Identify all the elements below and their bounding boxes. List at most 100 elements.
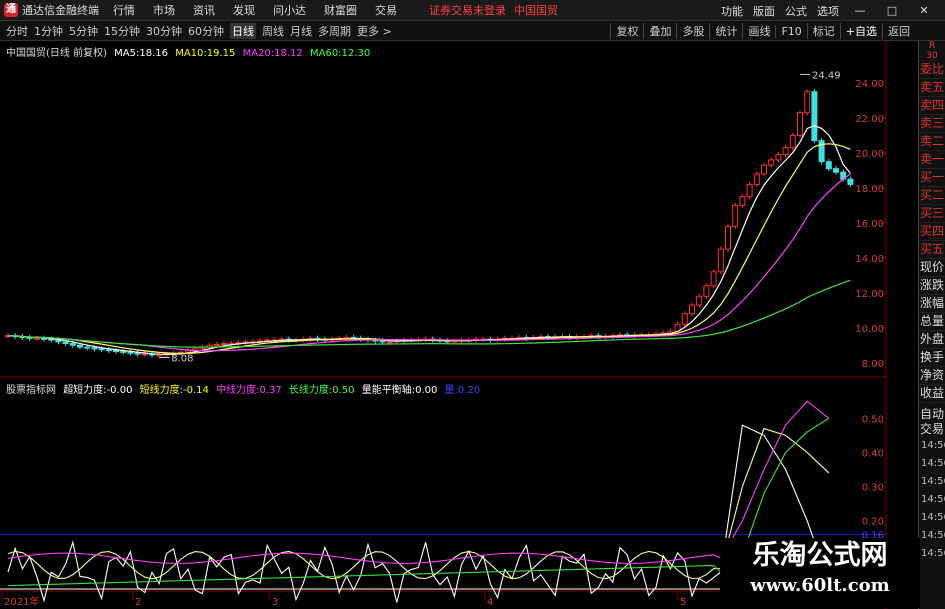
price-tick-label: 12.00: [855, 289, 884, 300]
menu-item-formula[interactable]: 公式: [785, 3, 807, 19]
candle-body: [789, 134, 796, 149]
candle-body: [113, 350, 119, 353]
tool-f10[interactable]: F10: [775, 24, 806, 38]
tick-time-2: 14:56: [921, 476, 945, 487]
time-tick-label: 3: [272, 597, 278, 608]
menu-item-ask[interactable]: 问小达: [273, 2, 306, 18]
candle-body: [696, 295, 703, 306]
candle-body: [141, 353, 148, 356]
candle-body: [703, 285, 710, 297]
menu-item-options[interactable]: 选项: [817, 3, 839, 19]
price-tick-label: 16.00: [855, 219, 884, 230]
period-30min[interactable]: 30分钟: [146, 23, 182, 39]
menu-item-trade[interactable]: 交易: [375, 2, 397, 18]
kline-chart[interactable]: 24.49 8.08 24.00 22.00 20.00 18.00 16.00 14.00…: [0, 41, 918, 609]
candle-body: [91, 347, 98, 350]
candle-body: [825, 161, 832, 170]
period-daily[interactable]: 日线: [230, 22, 256, 39]
tool-mark[interactable]: 标记: [806, 23, 840, 39]
ma60-line: [7, 279, 851, 348]
candle-body: [797, 112, 803, 136]
menu-item-market[interactable]: 市场: [153, 2, 175, 18]
tool-stats[interactable]: 统计: [709, 23, 742, 39]
tick-time-5: 14:56: [921, 530, 945, 541]
app-logo-icon: 通: [4, 3, 18, 17]
indicator-tick-label: 0.30: [862, 483, 884, 494]
trade-login-warning[interactable]: 证券交易未登录: [429, 2, 506, 18]
menu-item-function[interactable]: 功能: [721, 3, 743, 19]
tool-add-watchlist[interactable]: +自选: [839, 23, 882, 39]
indicator-tick-label: 0.40: [862, 448, 884, 459]
indicator-item-ultrashort: 超短力度:-0.00: [63, 385, 133, 396]
minimize-icon[interactable]: —: [849, 4, 871, 17]
period-multi[interactable]: 多周期: [318, 23, 351, 39]
candle-body: [386, 341, 393, 344]
ma60-label: MA60:12.30: [309, 48, 371, 59]
menu-item-layout[interactable]: 版面: [753, 3, 775, 19]
tool-overlay[interactable]: 叠加: [643, 23, 676, 39]
period-intraday[interactable]: 分时: [6, 23, 28, 39]
indicator-item-mid: 中线力度:0.37: [216, 385, 282, 396]
candle-body: [185, 350, 191, 353]
ma5-label: MA5:18.16: [114, 48, 169, 59]
quote-side-panel: R 30 委比 卖五 卖四 卖三 卖二 卖一 买一 买二 买三 买四 买五 现价 涨跌 涨幅 总量 外盘 换手净…: [918, 41, 945, 609]
tool-draw[interactable]: 画线: [742, 23, 775, 39]
side-field-15: 外盘: [919, 331, 945, 349]
price-tick-label: 8.00: [862, 359, 884, 370]
maximize-icon[interactable]: □: [881, 4, 903, 17]
candle-body: [127, 351, 134, 354]
indicator-legend: 股票指标网 超短力度:-0.00 短线力度:-0.14 中线力度:0.37 长线…: [6, 381, 480, 396]
period-monthly[interactable]: 月线: [290, 23, 312, 39]
side-field-5: 卖一: [919, 151, 945, 169]
side-field-4: 卖二: [919, 133, 945, 151]
side-field-13: 涨幅: [919, 295, 945, 313]
price-tick-label: 20.00: [855, 149, 884, 160]
chart-area[interactable]: 24.49 8.08 24.00 22.00 20.00 18.00 16.00 14.00…: [0, 41, 918, 609]
high-marker-label: 24.49: [812, 70, 841, 81]
candle-body: [379, 340, 386, 343]
time-tick-label: 5: [680, 597, 686, 608]
menu-item-quotes[interactable]: 行情: [113, 2, 135, 18]
side-field-16: 换手: [919, 349, 945, 367]
candle-body: [725, 225, 731, 250]
indicator-item-volume: 量:0.20: [444, 385, 481, 396]
period-more[interactable]: 更多 >: [357, 23, 392, 39]
period-weekly[interactable]: 周线: [262, 23, 284, 39]
side-field-0: 委比: [919, 61, 945, 79]
price-chart-legend: 中国国贸(日线 前复权) MA5:18.16 MA10:19.15 MA20:1…: [6, 44, 370, 59]
side-field-1: 卖五: [919, 79, 945, 97]
trade-label[interactable]: 交易: [919, 422, 945, 437]
menu-item-news[interactable]: 资讯: [193, 2, 215, 18]
indicator-mid-line: [7, 400, 830, 564]
time-tick-label: 2: [135, 597, 141, 608]
candle-body: [847, 178, 854, 185]
tool-back[interactable]: 返回: [882, 23, 915, 39]
candle-body: [811, 91, 818, 142]
watermark: 乐淘公式网 www.60lt.com: [720, 538, 920, 608]
candle-body: [221, 343, 227, 346]
watermark-title: 乐淘公式网: [752, 540, 888, 571]
side-field-12: 涨跌: [919, 277, 945, 295]
period-15min[interactable]: 15分钟: [104, 23, 140, 39]
side-field-2: 卖四: [919, 97, 945, 115]
period-5min[interactable]: 5分钟: [69, 23, 98, 39]
indicator-ultrashort-line: [7, 424, 830, 603]
close-icon[interactable]: ✕: [913, 4, 935, 17]
side-field-11: 现价: [919, 259, 945, 277]
candle-body: [739, 196, 746, 206]
tool-multi-stock[interactable]: 多股: [676, 23, 709, 39]
candle-body: [833, 168, 839, 173]
menu-item-fortune[interactable]: 财富圈: [324, 2, 357, 18]
ma5-line: [7, 125, 851, 355]
tick-time-1: 14:56: [921, 458, 945, 469]
period-60min[interactable]: 60分钟: [188, 23, 224, 39]
tick-time-3: 14:56: [921, 494, 945, 505]
tool-adjust[interactable]: 复权: [610, 23, 643, 39]
ma10-label: MA10:19.15: [175, 48, 236, 59]
auto-label[interactable]: 自动: [919, 407, 945, 422]
candle-body: [156, 354, 163, 357]
menu-item-discover[interactable]: 发现: [233, 2, 255, 18]
indicator-name: 股票指标网: [6, 385, 56, 396]
period-1min[interactable]: 1分钟: [34, 23, 63, 39]
indicator-item-long: 长线力度:0.50: [288, 385, 355, 396]
